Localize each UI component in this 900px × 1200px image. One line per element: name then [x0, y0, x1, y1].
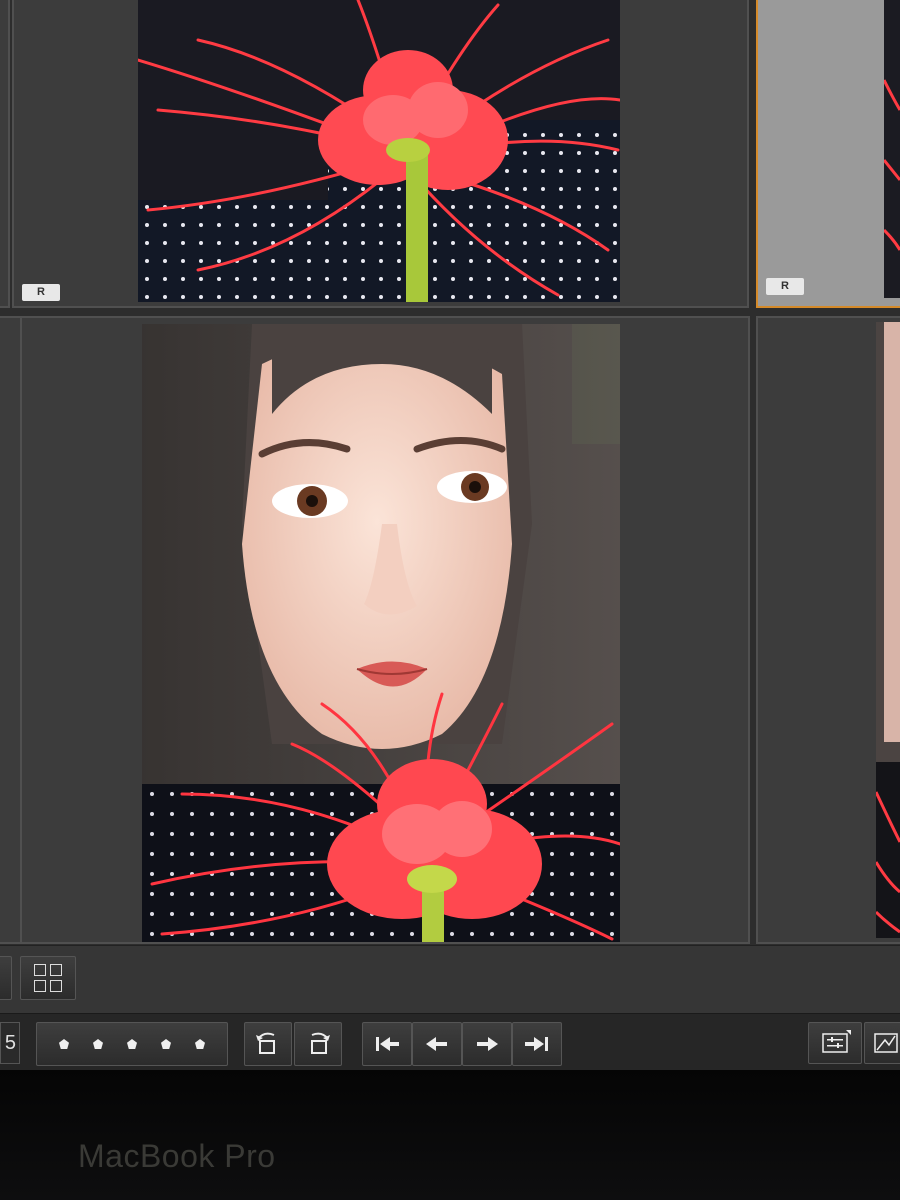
rotate-left-button[interactable] — [244, 1022, 292, 1066]
laptop-bezel — [0, 1070, 900, 1200]
last-photo-icon — [525, 1037, 548, 1051]
grid-view-icon — [34, 964, 62, 992]
photo-partial-right-top[interactable] — [884, 0, 900, 298]
partial-photo-image — [876, 322, 900, 938]
first-photo-icon — [376, 1037, 399, 1051]
partial-photo-image — [884, 0, 900, 298]
star-icon[interactable] — [161, 1039, 171, 1049]
compare-view-icon — [874, 1033, 898, 1053]
device-brand-label: MacBook Pro — [78, 1138, 276, 1174]
compare-view-button[interactable] — [864, 1022, 900, 1064]
lightroom-library-screen: R R 5 — [0, 0, 900, 1070]
rating-stars[interactable] — [36, 1022, 228, 1066]
previous-photo-button[interactable] — [412, 1022, 462, 1066]
toolbar-options-button[interactable] — [808, 1022, 862, 1064]
reject-badge: R — [766, 278, 804, 295]
filmstrip-page-number: 5 — [0, 1022, 20, 1064]
star-icon[interactable] — [127, 1039, 137, 1049]
view-toolbar — [0, 945, 900, 1014]
thumb-row1-col0-partial[interactable] — [0, 0, 10, 308]
portrait-photo-image — [142, 324, 620, 942]
first-photo-button[interactable] — [362, 1022, 412, 1066]
rotate-left-icon — [256, 1032, 275, 1054]
grid-view-button[interactable] — [20, 956, 76, 1000]
star-icon[interactable] — [195, 1039, 205, 1049]
star-icon[interactable] — [59, 1039, 69, 1049]
photo-portrait-main[interactable] — [142, 324, 620, 942]
previous-photo-icon — [426, 1037, 447, 1051]
filmstrip-toolbar — [0, 1013, 900, 1070]
thumb-row1-col2[interactable]: R — [756, 0, 900, 308]
loupe-view-button[interactable] — [0, 956, 12, 1000]
toolbar-options-icon — [822, 1030, 851, 1053]
flower-photo-image — [138, 0, 620, 302]
photo-flower-top[interactable] — [138, 0, 620, 302]
last-photo-button[interactable] — [512, 1022, 562, 1066]
photo-partial-right-bottom[interactable] — [876, 322, 900, 938]
next-photo-icon — [477, 1037, 498, 1051]
rotate-right-button[interactable] — [294, 1022, 342, 1066]
thumbnail-grid: R R — [0, 0, 900, 945]
next-photo-button[interactable] — [462, 1022, 512, 1066]
rotate-right-icon — [311, 1032, 330, 1054]
reject-badge: R — [22, 284, 60, 301]
star-icon[interactable] — [93, 1039, 103, 1049]
